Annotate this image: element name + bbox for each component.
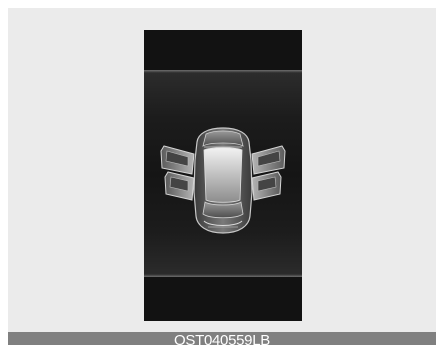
cluster-display	[144, 30, 302, 321]
rear-right-door-open-icon	[251, 171, 282, 201]
vehicle-top-view-doors-open-icon	[160, 127, 286, 234]
front-left-door-open-icon	[160, 145, 195, 175]
caption-bar: OST040559LB	[8, 332, 436, 345]
rear-left-door-open-icon	[164, 171, 195, 201]
car-body	[193, 127, 253, 234]
figure-caption: OST040559LB	[174, 332, 270, 345]
front-right-door-open-icon	[251, 145, 286, 175]
